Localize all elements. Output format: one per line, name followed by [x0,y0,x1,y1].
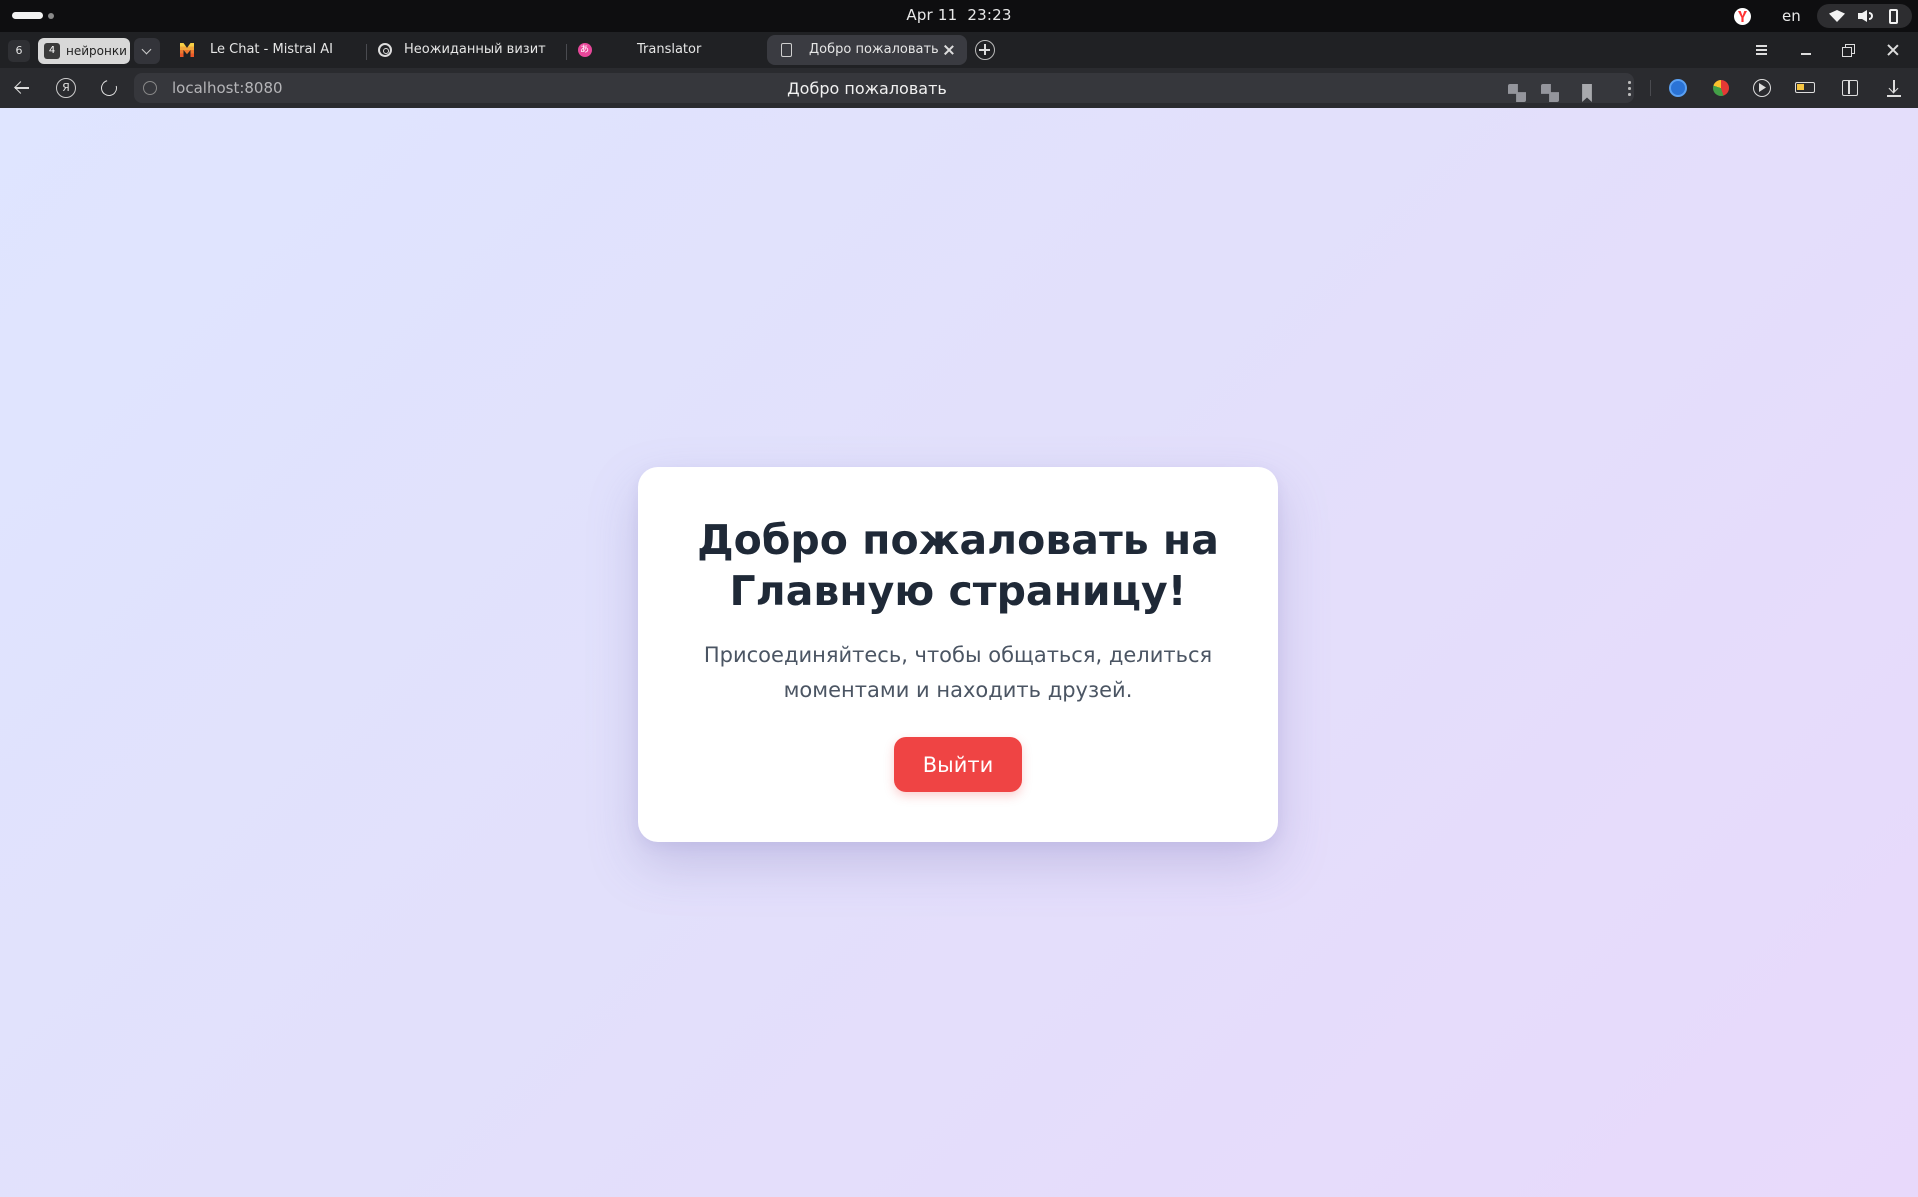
tab-group-count: 4 [44,43,60,59]
tab-le-chat[interactable]: Le Chat - Mistral AI [172,35,362,65]
welcome-title: Добро пожаловать на Главную страницу! [697,516,1219,615]
welcome-subtitle: Присоединяйтесь, чтобы общаться, делитьс… [703,643,1213,702]
mistral-icon [180,43,194,57]
tab-counter[interactable]: 6 [8,40,30,62]
volume-icon [1858,10,1873,22]
extension-icon[interactable] [1669,79,1687,97]
tab-strip: 6 4 нейронки Le Chat - Mistral AI Неожид… [0,32,1918,68]
chevron-down-icon [141,44,152,55]
system-tray[interactable] [1817,4,1912,28]
restore-icon[interactable] [1840,41,1858,59]
minimize-icon[interactable] [1797,41,1815,59]
reload-icon[interactable] [98,77,120,99]
page-title-in-omnibox: Добро пожаловать [787,79,947,98]
power-saver-icon[interactable] [1795,82,1815,93]
welcome-card: Добро пожаловать на Главную страницу! Пр… [638,467,1278,842]
media-play-icon[interactable] [1753,79,1771,97]
new-tab-button[interactable] [975,40,995,60]
time-text: 23:23 [967,6,1012,24]
openai-icon [378,43,392,57]
tab-group-toggle[interactable] [134,38,160,64]
yandex-home-icon[interactable]: Я [56,78,76,98]
toolbar-separator [1650,80,1651,96]
tab-separator [566,44,567,60]
tab-group-name: нейронки [66,44,127,58]
back-icon[interactable] [12,78,32,98]
date-text: Apr 11 [906,6,958,24]
keyboard-layout[interactable]: en [1782,7,1801,25]
tab-unexpected-visit[interactable]: Неожиданный визит [370,35,560,65]
tab-translator[interactable]: Translator [570,35,760,65]
url-field[interactable]: localhost:8080 Добро пожаловать [134,73,1634,103]
os-top-bar: Apr 11 23:23 en [0,0,1918,32]
tab-welcome-active[interactable]: Добро пожаловать [767,35,967,65]
document-icon [781,43,792,57]
more-icon[interactable] [1620,79,1638,97]
logout-button[interactable]: Выйти [894,737,1022,792]
download-icon[interactable] [1885,79,1903,97]
tab-title: Le Chat - Mistral AI [210,42,333,57]
side-panel-icon[interactable] [1842,80,1858,96]
close-tab-icon[interactable] [942,43,956,57]
browser-menu-icon[interactable] [1753,41,1771,59]
address-bar: Я localhost:8080 Добро пожаловать [0,68,1918,108]
battery-icon [1889,9,1898,24]
tab-title: Неожиданный визит [404,42,546,57]
tab-title: Translator [637,42,702,57]
tab-title: Добро пожаловать [809,42,939,57]
page-viewport: Добро пожаловать на Главную страницу! Пр… [0,108,1918,1197]
tab-group-chip[interactable]: 4 нейронки [38,38,130,64]
close-window-icon[interactable] [1884,41,1902,59]
tab-separator [366,44,367,60]
yandex-browser-icon[interactable] [1734,8,1751,25]
translator-icon [578,35,592,65]
wifi-icon [1829,10,1845,22]
extension-color-icon[interactable] [1713,80,1729,96]
clock[interactable]: Apr 11 23:23 [0,6,1918,24]
